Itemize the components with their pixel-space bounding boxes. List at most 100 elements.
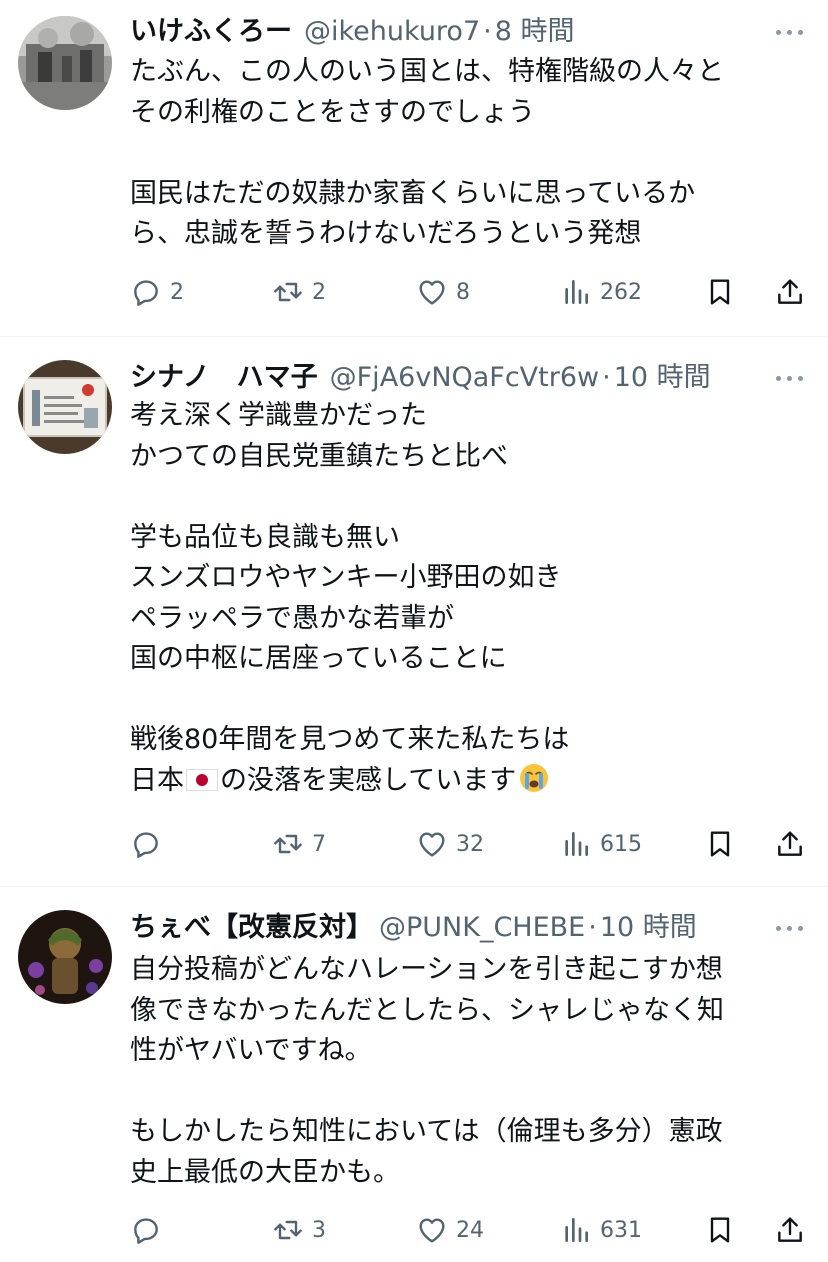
japan-flag-emoji [186, 768, 218, 791]
post-timestamp[interactable]: 10 時間 [600, 909, 697, 947]
share-button[interactable] [774, 1210, 806, 1250]
divider [0, 336, 828, 337]
post-3[interactable]: ちぇべ【改憲反対】 @PUNK_CHEBE · 10 時間 自分投稿がどんなハレ… [0, 896, 828, 1262]
like-button[interactable]: 32 [416, 824, 484, 864]
text-line: スンズロウやヤンキー小野田の如き [130, 562, 562, 593]
text-line: 国民はただの奴隷か家畜くらいに思っているか [130, 177, 696, 209]
like-count: 32 [456, 831, 484, 857]
heart-icon [419, 832, 445, 857]
separator-dot: · [588, 912, 597, 943]
repost-icon [274, 834, 302, 854]
text-line [130, 477, 810, 518]
post-header: いけふくろー @ikehukuro7 · 8 時間 [130, 13, 768, 51]
user-handle[interactable]: @FjA6vNQaFcVtr6w [330, 359, 599, 397]
like-button[interactable]: 24 [416, 1210, 484, 1250]
text-line: たぶん、この人のいう国とは、特権階級の人々と [130, 56, 724, 87]
action-bar: 3 24 631 [130, 1210, 810, 1250]
post-text: たぶん、この人のいう国とは、特権階級の人々と その利権のことをさすのでしょう 国… [130, 52, 810, 255]
avatar[interactable] [18, 360, 112, 454]
reply-icon [134, 1218, 158, 1244]
text-line: 自分投稿がどんなハレーションを引き起こすか想 [130, 954, 723, 985]
repost-button[interactable]: 7 [272, 824, 326, 864]
views-count: 615 [600, 831, 642, 857]
repost-count: 7 [312, 831, 326, 857]
text-line: 日本 の没落を実感しています [130, 761, 810, 802]
reply-button[interactable] [130, 1210, 170, 1250]
heart-icon [419, 280, 445, 305]
repost-icon [274, 1220, 302, 1240]
bookmark-button[interactable] [704, 824, 736, 864]
bookmark-icon [710, 831, 730, 857]
views-icon [565, 832, 588, 856]
heart-icon [419, 1218, 445, 1243]
separator-dot: · [602, 362, 611, 393]
display-name[interactable]: ちぇべ【改憲反対】 [130, 909, 373, 947]
reply-icon [134, 280, 158, 306]
post-timestamp[interactable]: 8 時間 [495, 13, 575, 51]
avatar[interactable] [18, 910, 112, 1004]
text-line: ペラッペラで愚かな若輩が [130, 602, 454, 634]
post-timestamp[interactable]: 10 時間 [614, 359, 711, 397]
bookmark-icon [710, 1217, 730, 1243]
text-line [130, 133, 810, 174]
post-2[interactable]: シナノ ハマ子 @FjA6vNQaFcVtr6w · 10 時間 考え深く学識豊… [0, 346, 828, 886]
text-line: かつての自民党重鎮たちと比べ [130, 440, 508, 472]
repost-button[interactable]: 2 [272, 272, 326, 312]
repost-count: 3 [312, 1217, 326, 1243]
text-line: 考え深く学識豊かだった [130, 400, 427, 431]
bookmark-button[interactable] [704, 272, 736, 312]
user-handle[interactable]: @ikehukuro7 [304, 13, 480, 51]
text-line [130, 680, 810, 721]
text-line: その利権のことをさすのでしょう [130, 96, 535, 128]
text-line: 戦後80年間を見つめて来た私たちは [130, 724, 570, 755]
post-text: 自分投稿がどんなハレーションを引き起こすか想 像できなかったんだとしたら、シャレ… [130, 950, 810, 1193]
action-bar: 7 32 615 [130, 824, 810, 864]
text-line: 性がヤバいですね。 [130, 1035, 372, 1066]
like-count: 8 [456, 279, 470, 305]
share-icon [778, 831, 802, 856]
share-button[interactable] [774, 824, 806, 864]
reply-count: 2 [170, 279, 184, 305]
avatar[interactable] [18, 16, 112, 110]
post-header: シナノ ハマ子 @FjA6vNQaFcVtr6w · 10 時間 [130, 359, 768, 397]
like-count: 24 [456, 1217, 484, 1243]
divider [0, 886, 828, 887]
post-header: ちぇべ【改憲反対】 @PUNK_CHEBE · 10 時間 [130, 909, 768, 947]
views-count: 631 [600, 1217, 642, 1243]
more-icon[interactable] [776, 22, 806, 42]
text-line: 学も品位も良識も無い [130, 521, 400, 553]
display-name[interactable]: いけふくろー [130, 13, 292, 51]
reply-button[interactable] [130, 824, 170, 864]
views-button[interactable]: 615 [560, 824, 642, 864]
text-line [130, 1072, 810, 1113]
action-bar: 2 2 8 262 [130, 272, 810, 312]
separator-dot: · [483, 16, 492, 47]
repost-count: 2 [312, 279, 326, 305]
crying-face-emoji [520, 763, 549, 792]
bookmark-button[interactable] [704, 1210, 736, 1250]
more-icon[interactable] [776, 368, 806, 388]
text-line: 史上最低の大臣かも。 [130, 1156, 400, 1188]
text-line: 像できなかったんだとしたら、シャレじゃなく知 [130, 994, 724, 1026]
views-button[interactable]: 631 [560, 1210, 642, 1250]
reply-icon [134, 832, 158, 858]
bookmark-icon [710, 279, 730, 305]
reply-button[interactable]: 2 [130, 272, 184, 312]
views-icon [565, 280, 588, 304]
user-handle[interactable]: @PUNK_CHEBE [379, 909, 585, 947]
views-button[interactable]: 262 [560, 272, 642, 312]
share-icon [778, 1217, 802, 1242]
repost-button[interactable]: 3 [272, 1210, 326, 1250]
text-line: もしかしたら知性においては（倫理も多分）憲政 [130, 1116, 723, 1147]
text-line: 国の中枢に居座っていることに [130, 643, 507, 674]
text-fragment: 日本 [130, 764, 184, 796]
text-fragment: の没落を実感しています [220, 764, 517, 796]
text-line: ら、忠誠を誓うわけないだろうという発想 [130, 218, 642, 249]
share-button[interactable] [774, 272, 806, 312]
more-icon[interactable] [776, 918, 806, 938]
display-name[interactable]: シナノ ハマ子 [130, 359, 318, 397]
like-button[interactable]: 8 [416, 272, 470, 312]
post-text: 考え深く学識豊かだった かつての自民党重鎮たちと比べ 学も品位も良識も無い スン… [130, 396, 810, 801]
share-icon [778, 279, 802, 304]
post-1[interactable]: いけふくろー @ikehukuro7 · 8 時間 たぶん、この人のいう国とは、… [0, 0, 828, 336]
